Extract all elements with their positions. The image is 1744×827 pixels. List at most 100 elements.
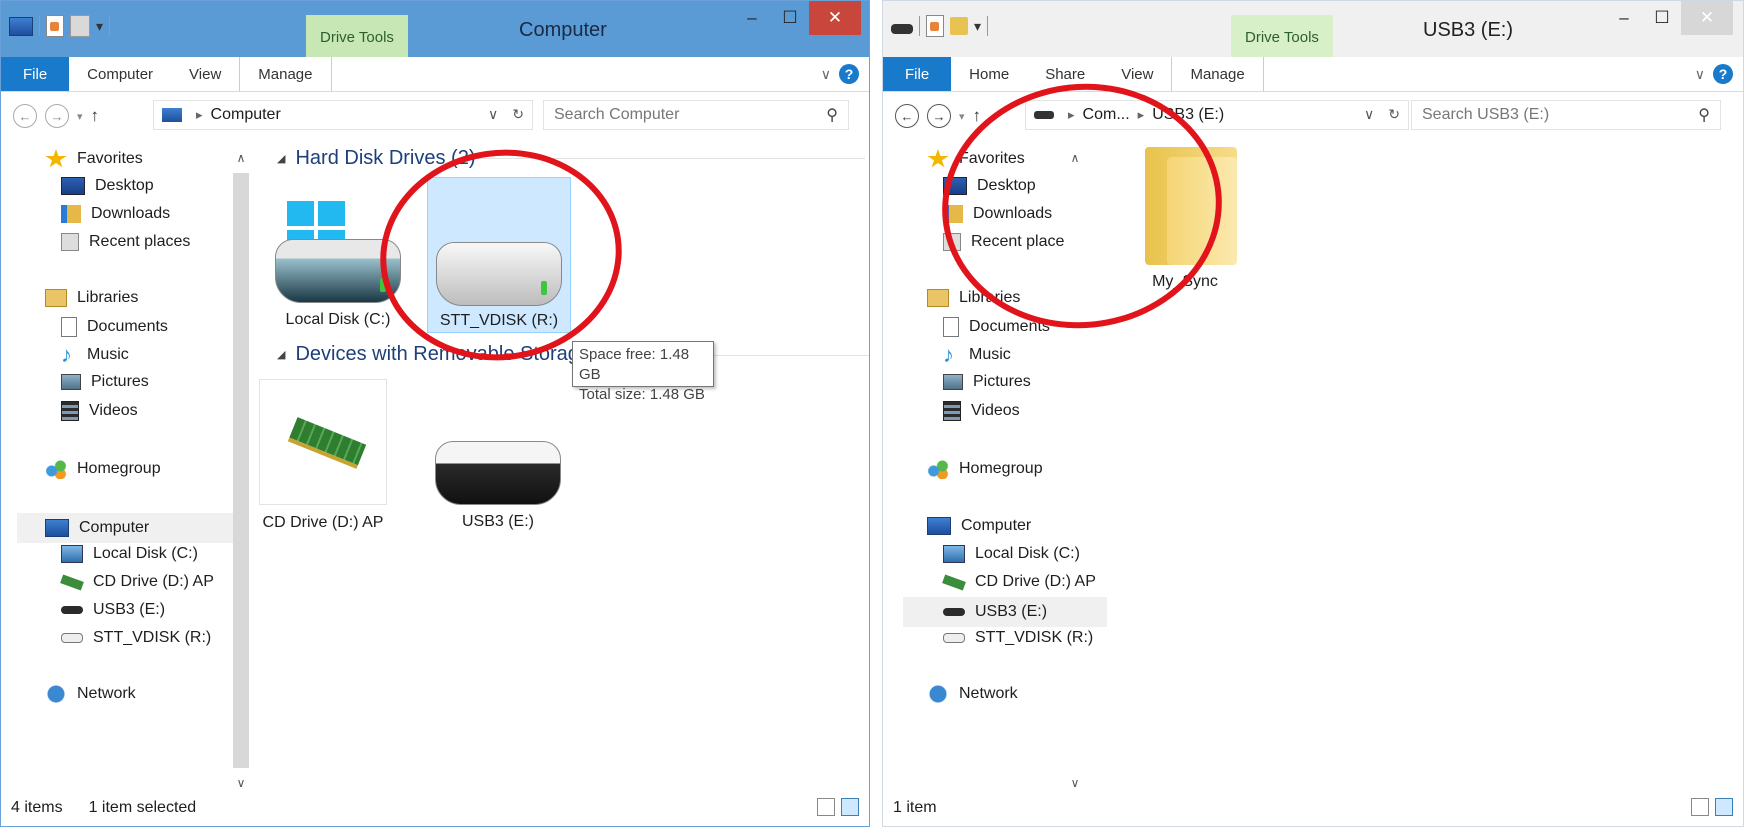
nav-cd-drive[interactable]: CD Drive (D:) AP	[60, 573, 214, 591]
title-bar[interactable]: ▾ Drive Tools Computer – ☐ ✕	[1, 1, 869, 57]
new-folder-icon[interactable]	[70, 15, 90, 37]
close-button[interactable]: ✕	[1681, 1, 1733, 35]
details-view-icon[interactable]	[817, 798, 835, 816]
usb-drive-icon[interactable]	[891, 24, 913, 34]
group-header-removable-storage[interactable]: ◢ Devices with Removable Storage (	[277, 343, 602, 366]
nav-favorites[interactable]: Favorites	[45, 149, 143, 169]
nav-recent-places[interactable]: Recent places	[61, 233, 190, 251]
drive-tile-local-disk[interactable]: Local Disk (C:)	[259, 179, 417, 329]
scrollbar-thumb[interactable]	[233, 173, 249, 768]
breadcrumb-usb3[interactable]: USB3 (E:)	[1152, 106, 1224, 124]
tab-manage[interactable]: Manage	[1171, 57, 1264, 91]
large-icons-view-icon[interactable]	[841, 798, 859, 816]
nav-downloads[interactable]: Downloads	[61, 205, 170, 223]
title-bar[interactable]: ▾ Drive Tools USB3 (E:) – ☐ ✕	[883, 1, 1743, 57]
minimize-button[interactable]: –	[733, 1, 771, 35]
tab-file[interactable]: File	[1, 57, 70, 91]
properties-icon[interactable]	[46, 15, 64, 37]
nav-usb3[interactable]: USB3 (E:)	[61, 601, 165, 619]
scroll-up-icon[interactable]: ∧	[229, 151, 253, 165]
tab-computer[interactable]: Computer	[69, 57, 171, 91]
help-icon[interactable]: ?	[1713, 64, 1733, 84]
back-button[interactable]: ←	[895, 104, 919, 128]
details-view-icon[interactable]	[1691, 798, 1709, 816]
breadcrumb-computer[interactable]: Com...	[1083, 106, 1130, 124]
up-button[interactable]: ↑	[973, 106, 982, 126]
address-dropdown-icon[interactable]: ∨	[1364, 106, 1374, 123]
nav-computer[interactable]: Computer	[927, 517, 1031, 535]
nav-network[interactable]: Network	[927, 685, 1018, 703]
nav-homegroup[interactable]: Homegroup	[927, 459, 1043, 479]
search-input[interactable]: Search USB3 (E:) ⚲	[1411, 100, 1721, 130]
maximize-button[interactable]: ☐	[771, 1, 809, 35]
folder-tile-my-sync[interactable]: My_Sync	[1095, 141, 1275, 311]
breadcrumb-computer[interactable]: Computer	[211, 106, 281, 124]
nav-pictures[interactable]: Pictures	[943, 373, 1031, 391]
search-icon[interactable]: ⚲	[1698, 105, 1710, 125]
navigation-scrollbar[interactable]: ∧ ∨	[229, 151, 253, 790]
nav-computer[interactable]: Computer	[17, 513, 233, 543]
expand-ribbon-chevron-icon[interactable]: ∨	[821, 66, 831, 83]
refresh-icon[interactable]: ↻	[1388, 106, 1400, 123]
tab-view[interactable]: View	[1103, 57, 1171, 91]
new-folder-icon[interactable]	[950, 17, 968, 35]
drive-tile-cd-drive[interactable]: CD Drive (D:) AP	[259, 379, 387, 531]
forward-button[interactable]: →	[927, 104, 951, 128]
back-button[interactable]: ←	[13, 104, 37, 128]
recent-locations-dropdown-icon[interactable]: ▾	[959, 110, 965, 123]
search-icon[interactable]: ⚲	[826, 105, 838, 125]
tab-share[interactable]: Share	[1027, 57, 1103, 91]
address-bar[interactable]: ▸ Com... ▸ USB3 (E:) ∨ ↻	[1025, 100, 1409, 130]
scroll-down-icon[interactable]: ∨	[1063, 776, 1087, 790]
collapse-triangle-icon[interactable]: ◢	[277, 152, 285, 165]
tab-file[interactable]: File	[883, 57, 952, 91]
navigation-scrollbar[interactable]: ∧ ∨	[1063, 151, 1087, 790]
up-button[interactable]: ↑	[91, 106, 100, 126]
minimize-button[interactable]: –	[1605, 1, 1643, 35]
nav-stt-vdisk[interactable]: STT_VDISK (R:)	[61, 629, 211, 647]
nav-favorites[interactable]: Favorites	[927, 149, 1025, 169]
close-button[interactable]: ✕	[809, 1, 861, 35]
breadcrumb-chevron-icon[interactable]: ▸	[196, 107, 203, 123]
computer-icon[interactable]	[9, 16, 33, 36]
nav-libraries[interactable]: Libraries	[927, 289, 1020, 307]
nav-pictures[interactable]: Pictures	[61, 373, 149, 391]
drive-tile-stt-vdisk[interactable]: STT_VDISK (R:)	[427, 177, 571, 333]
nav-local-disk[interactable]: Local Disk (C:)	[943, 545, 1080, 563]
help-icon[interactable]: ?	[839, 64, 859, 84]
refresh-icon[interactable]: ↻	[512, 106, 524, 123]
scroll-up-icon[interactable]: ∧	[1063, 151, 1087, 165]
nav-desktop[interactable]: Desktop	[943, 177, 1036, 195]
tab-home[interactable]: Home	[951, 57, 1027, 91]
tab-manage[interactable]: Manage	[239, 57, 332, 91]
nav-documents[interactable]: Documents	[943, 317, 1050, 337]
nav-recent-places[interactable]: Recent place	[943, 233, 1064, 251]
address-dropdown-icon[interactable]: ∨	[488, 106, 498, 123]
address-bar[interactable]: ▸ Computer ∨ ↻	[153, 100, 533, 130]
group-header-hard-disk-drives[interactable]: ◢ Hard Disk Drives (2)	[277, 147, 476, 170]
nav-desktop[interactable]: Desktop	[61, 177, 154, 195]
nav-libraries[interactable]: Libraries	[45, 289, 138, 307]
properties-icon[interactable]	[926, 15, 944, 37]
recent-locations-dropdown-icon[interactable]: ▾	[77, 110, 83, 123]
collapse-triangle-icon[interactable]: ◢	[277, 348, 285, 361]
nav-documents[interactable]: Documents	[61, 317, 168, 337]
nav-homegroup[interactable]: Homegroup	[45, 459, 161, 479]
nav-local-disk[interactable]: Local Disk (C:)	[61, 545, 198, 563]
nav-network[interactable]: Network	[45, 685, 136, 703]
customize-toolbar-dropdown-icon[interactable]: ▾	[974, 18, 981, 35]
customize-toolbar-dropdown-icon[interactable]: ▾	[96, 18, 103, 35]
nav-videos[interactable]: Videos	[943, 401, 1020, 421]
nav-downloads[interactable]: Downloads	[943, 205, 1052, 223]
maximize-button[interactable]: ☐	[1643, 1, 1681, 35]
scroll-down-icon[interactable]: ∨	[229, 776, 253, 790]
breadcrumb-chevron-icon[interactable]: ▸	[1068, 107, 1075, 123]
large-icons-view-icon[interactable]	[1715, 798, 1733, 816]
forward-button[interactable]: →	[45, 104, 69, 128]
nav-music[interactable]: ♪ Music	[61, 344, 129, 366]
search-input[interactable]: Search Computer ⚲	[543, 100, 849, 130]
nav-music[interactable]: ♪ Music	[943, 344, 1011, 366]
nav-videos[interactable]: Videos	[61, 401, 138, 421]
tab-view[interactable]: View	[171, 57, 239, 91]
drive-tile-usb3[interactable]: USB3 (E:)	[423, 379, 573, 530]
